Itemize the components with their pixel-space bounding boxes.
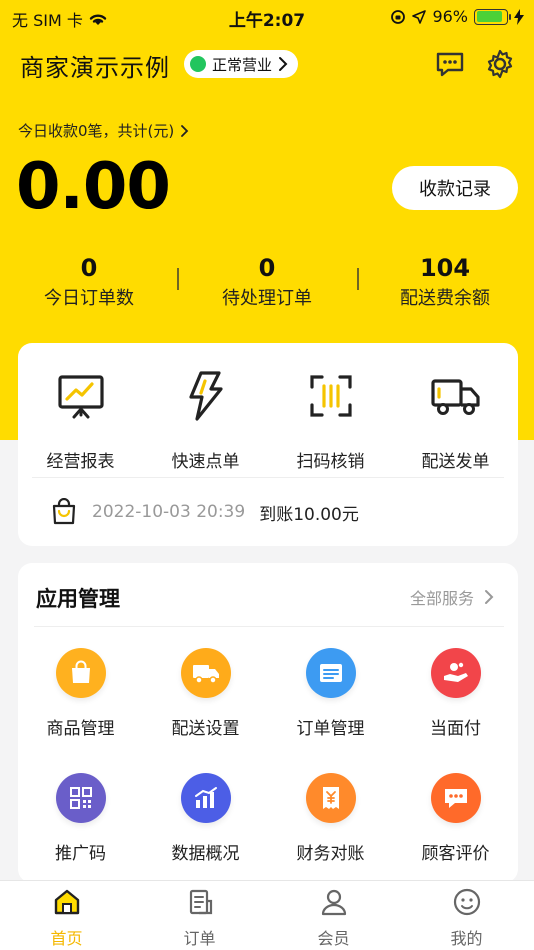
stat-label: 配送费余额 bbox=[400, 288, 490, 309]
truck-icon bbox=[430, 379, 480, 415]
business-status-pill[interactable]: 正常营业 bbox=[184, 50, 299, 78]
business-status-label: 正常营业 bbox=[212, 55, 273, 74]
shopping-bag-icon bbox=[55, 648, 106, 698]
stat-pending-orders[interactable]: 0 待处理订单 bbox=[178, 254, 356, 310]
app-finance-reconciliation[interactable]: 财务对账 bbox=[268, 773, 393, 864]
open-status-dot bbox=[190, 56, 206, 72]
tab-label: 我的 bbox=[450, 929, 483, 948]
app-promotion-code[interactable]: 推广码 bbox=[18, 773, 143, 864]
app-label: 数据概况 bbox=[171, 844, 240, 864]
order-icon bbox=[189, 889, 212, 915]
section-title: 应用管理 bbox=[36, 587, 120, 611]
tab-label: 会员 bbox=[317, 929, 350, 948]
tab-label: 订单 bbox=[183, 929, 216, 948]
app-face-to-face-pay[interactable]: 当面付 bbox=[393, 648, 518, 739]
today-summary-link[interactable]: 今日收款0笔，共计(元) bbox=[18, 120, 189, 141]
quick-action-dispatch[interactable]: 配送发单 bbox=[393, 369, 518, 472]
divider bbox=[32, 477, 504, 478]
tab-profile[interactable]: 我的 bbox=[400, 887, 533, 949]
member-icon bbox=[321, 889, 346, 916]
bar-chart-icon bbox=[180, 773, 231, 823]
battery-icon bbox=[474, 8, 511, 25]
stat-value: 0 bbox=[258, 254, 276, 282]
chevron-right-icon bbox=[485, 590, 494, 604]
all-services-label: 全部服务 bbox=[409, 589, 474, 608]
message-icon[interactable] bbox=[434, 48, 466, 80]
stats-row: 0 今日订单数 0 待处理订单 104 配送费余额 bbox=[0, 254, 534, 310]
app-label: 商品管理 bbox=[46, 719, 115, 739]
delivery-truck-icon bbox=[180, 648, 231, 698]
settings-gear-icon[interactable] bbox=[484, 48, 516, 80]
bottom-tab-bar: 首页 订单 会员 我的 bbox=[0, 880, 534, 950]
quick-action-label: 经营报表 bbox=[46, 452, 115, 472]
comment-icon bbox=[430, 773, 481, 823]
today-amount: 0.00 bbox=[16, 150, 171, 224]
payment-records-button[interactable]: 收款记录 bbox=[392, 166, 518, 210]
app-label: 当面付 bbox=[430, 719, 481, 739]
all-services-link[interactable]: 全部服务 bbox=[410, 585, 494, 609]
shop-name: 商家演示示例 bbox=[20, 54, 170, 82]
battery-percent: 96% bbox=[432, 7, 468, 26]
stat-label: 待处理订单 bbox=[222, 288, 312, 309]
app-label: 顾客评价 bbox=[421, 844, 490, 864]
tab-orders[interactable]: 订单 bbox=[133, 887, 266, 949]
chevron-right-icon bbox=[279, 57, 288, 71]
system-indicators: 96% bbox=[390, 7, 524, 26]
stat-value: 104 bbox=[419, 254, 471, 282]
divider bbox=[357, 268, 359, 290]
stat-label: 今日订单数 bbox=[44, 288, 134, 309]
app-management-card: 应用管理 全部服务 商品管理 配送设置 订单管理 当面付 推广码 数据概况 财务… bbox=[18, 563, 518, 883]
finance-receipt-icon bbox=[305, 773, 356, 823]
tab-home[interactable]: 首页 bbox=[0, 887, 133, 949]
rotation-lock-icon bbox=[391, 9, 406, 24]
quick-action-report[interactable]: 经营报表 bbox=[18, 369, 143, 472]
stat-today-orders[interactable]: 0 今日订单数 bbox=[0, 254, 178, 310]
hand-coin-icon bbox=[430, 648, 481, 698]
app-label: 财务对账 bbox=[296, 844, 365, 864]
quick-action-label: 扫码核销 bbox=[296, 452, 365, 472]
stat-delivery-balance[interactable]: 104 配送费余额 bbox=[356, 254, 534, 310]
order-list-icon bbox=[305, 648, 356, 698]
app-label: 配送设置 bbox=[171, 719, 240, 739]
shopping-bag-outline-icon bbox=[52, 498, 76, 525]
location-arrow-icon bbox=[412, 9, 427, 24]
stat-value: 0 bbox=[80, 254, 98, 282]
tab-label: 首页 bbox=[50, 929, 83, 948]
divider bbox=[34, 626, 504, 627]
today-summary-text: 今日收款0笔，共计(元) bbox=[18, 122, 175, 140]
app-order-management[interactable]: 订单管理 bbox=[268, 648, 393, 739]
lightning-icon bbox=[188, 371, 223, 421]
latest-payment-notice[interactable]: 2022-10-03 20:39 到账10.00元 bbox=[50, 498, 359, 526]
app-product-management[interactable]: 商品管理 bbox=[18, 648, 143, 739]
app-label: 订单管理 bbox=[296, 719, 365, 739]
app-header: 商家演示示例 正常营业 bbox=[20, 48, 520, 82]
tab-members[interactable]: 会员 bbox=[267, 887, 400, 949]
quick-action-fast-order[interactable]: 快速点单 bbox=[143, 369, 268, 472]
quick-actions-card: 经营报表 快速点单 扫码核销 配送发单 2022-10-03 20:39 到账1… bbox=[18, 343, 518, 546]
app-data-overview[interactable]: 数据概况 bbox=[143, 773, 268, 864]
scan-icon bbox=[309, 375, 352, 417]
status-bar: 无 SIM 卡 上午2:07 96% bbox=[0, 0, 534, 34]
quick-action-label: 快速点单 bbox=[171, 452, 240, 472]
charging-bolt-icon bbox=[514, 8, 524, 25]
quick-action-scan[interactable]: 扫码核销 bbox=[268, 369, 393, 472]
app-delivery-settings[interactable]: 配送设置 bbox=[143, 648, 268, 739]
profile-icon bbox=[453, 888, 480, 916]
app-label: 推广码 bbox=[55, 844, 106, 864]
report-board-icon bbox=[57, 375, 104, 419]
home-icon bbox=[54, 889, 79, 915]
quick-action-label: 配送发单 bbox=[421, 452, 490, 472]
qr-code-icon bbox=[55, 773, 106, 823]
notice-date: 2022-10-03 20:39 bbox=[92, 502, 246, 522]
notice-message: 到账10.00元 bbox=[259, 504, 359, 525]
divider bbox=[177, 268, 179, 290]
chevron-right-icon bbox=[181, 124, 189, 137]
app-customer-reviews[interactable]: 顾客评价 bbox=[393, 773, 518, 864]
